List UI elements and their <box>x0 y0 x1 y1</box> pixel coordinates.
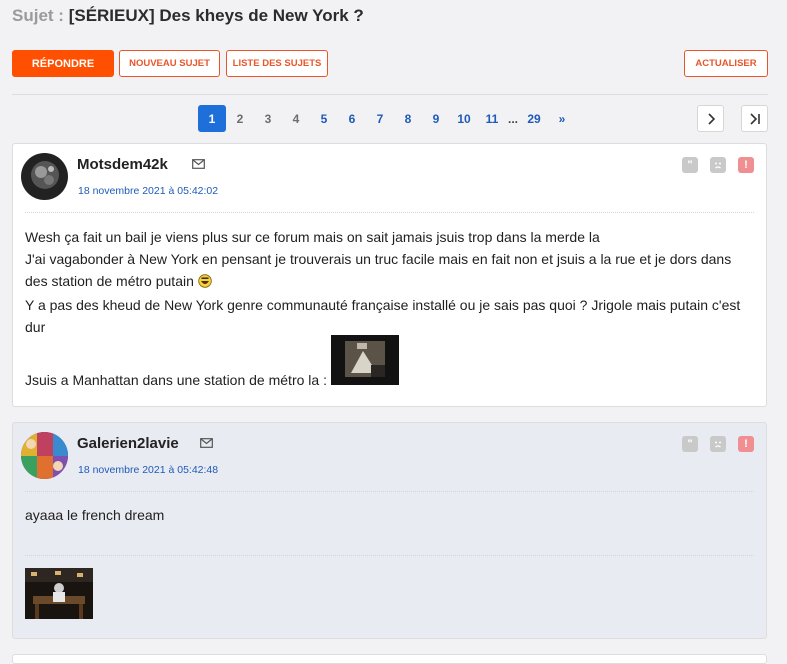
post-date[interactable]: 18 novembre 2021 à 05:42:02 <box>78 185 218 197</box>
post-author[interactable]: Galerien2lavie <box>77 435 179 452</box>
page-link-7[interactable]: 7 <box>366 105 394 132</box>
avatar[interactable] <box>21 432 68 479</box>
divider <box>12 94 768 95</box>
page-ellipsis: ... <box>507 111 518 126</box>
page-link-last[interactable]: 29 <box>520 105 548 132</box>
page-link-8[interactable]: 8 <box>394 105 422 132</box>
page-link-1[interactable]: 1 <box>198 105 226 132</box>
post-line: J'ai vagabonder à New York en pensant je… <box>25 248 752 294</box>
post-line: ayaaa le french dream <box>25 507 165 523</box>
post: Galerien2lavie 18 novembre 2021 à 05:42:… <box>12 422 767 639</box>
topic-list-button[interactable]: LISTE DES SUJETS <box>226 50 328 77</box>
post-date[interactable]: 18 novembre 2021 à 05:42:48 <box>78 464 218 476</box>
report-icon[interactable]: ! <box>738 436 754 452</box>
last-page-icon <box>749 112 760 125</box>
mail-icon[interactable] <box>192 159 205 169</box>
topic-title: [SÉRIEUX] Des kheys de New York ? <box>68 6 364 25</box>
page-link-9[interactable]: 9 <box>422 105 450 132</box>
page-link-10[interactable]: 10 <box>450 105 478 132</box>
sad-face-icon[interactable] <box>710 436 726 452</box>
signature-separator <box>25 555 754 556</box>
quote-icon[interactable]: " <box>682 436 698 452</box>
chevron-right-icon <box>707 112 715 125</box>
post-separator <box>25 212 754 213</box>
page-title: Sujet : [SÉRIEUX] Des kheys de New York … <box>12 6 364 26</box>
page-link-3[interactable]: 3 <box>254 105 282 132</box>
post-separator <box>25 491 754 492</box>
avatar[interactable] <box>21 153 68 200</box>
reply-button[interactable]: RÉPONDRE <box>12 50 114 77</box>
topic-prefix: Sujet : <box>12 6 64 25</box>
page-link-6[interactable]: 6 <box>338 105 366 132</box>
post: Motsdem42k 18 novembre 2021 à 05:42:02 "… <box>12 143 767 407</box>
page-link-5[interactable]: 5 <box>310 105 338 132</box>
pagination: 1 2 3 4 5 6 7 8 9 10 11 ... 29 » <box>198 105 576 132</box>
next-page-button[interactable] <box>697 105 724 132</box>
post-line: Wesh ça fait un bail je viens plus sur c… <box>25 229 600 245</box>
new-topic-button[interactable]: NOUVEAU SUJET <box>119 50 220 77</box>
report-icon[interactable]: ! <box>738 157 754 173</box>
mail-icon[interactable] <box>200 438 213 448</box>
embedded-image[interactable] <box>331 335 399 385</box>
quote-icon[interactable]: " <box>682 157 698 173</box>
post-line: Y a pas des kheud de New York genre comm… <box>25 297 741 335</box>
last-page-button[interactable] <box>741 105 768 132</box>
signature-image[interactable] <box>25 568 93 619</box>
post-author[interactable]: Motsdem42k <box>77 156 168 173</box>
sad-face-icon[interactable] <box>710 157 726 173</box>
page-link-4[interactable]: 4 <box>282 105 310 132</box>
refresh-button[interactable]: ACTUALISER <box>684 50 768 77</box>
page-link-11[interactable]: 11 <box>478 105 506 132</box>
page-link-2[interactable]: 2 <box>226 105 254 132</box>
post-content: Wesh ça fait un bail je viens plus sur c… <box>25 226 752 338</box>
next-pages-link[interactable]: » <box>548 105 576 132</box>
post <box>12 654 767 664</box>
laughing-smiley-icon <box>198 272 212 294</box>
